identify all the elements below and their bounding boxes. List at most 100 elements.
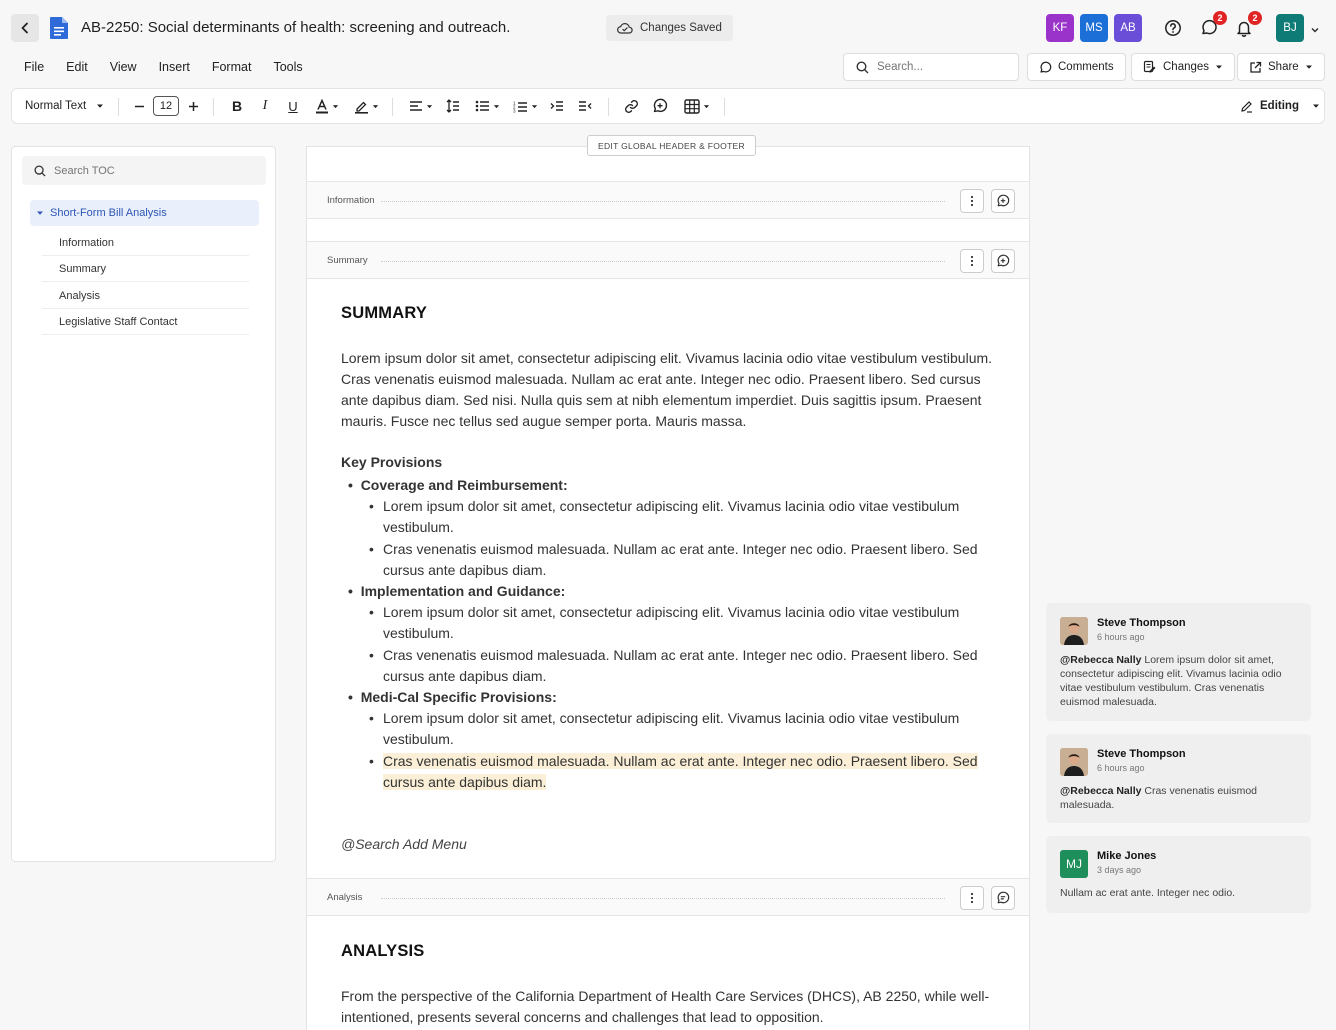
comment-card[interactable]: Steve Thompson 6 hours ago @Rebecca Nall… bbox=[1046, 734, 1311, 823]
formatting-toolbar: Normal Text 12 B I U 123 Editing bbox=[11, 88, 1325, 124]
list-item[interactable]: • Lorem ipsum dolor sit amet, consectetur… bbox=[369, 708, 994, 750]
bullet: • bbox=[369, 647, 374, 663]
toc-item-analysis[interactable]: Analysis bbox=[42, 283, 249, 309]
section-more-button[interactable] bbox=[960, 249, 984, 273]
mention[interactable]: @Rebecca Nally bbox=[1060, 654, 1141, 666]
user-avatar[interactable]: BJ bbox=[1276, 14, 1304, 42]
toc-search-input[interactable] bbox=[54, 164, 254, 177]
increase-font-size-button[interactable] bbox=[185, 89, 201, 123]
italic-button[interactable]: I bbox=[256, 89, 274, 123]
summary-paragraph[interactable]: Lorem ipsum dolor sit amet, consectetur … bbox=[341, 348, 996, 432]
list-item[interactable]: • Cras venenatis euismod malesuada. Nulla… bbox=[369, 539, 994, 581]
toc-search[interactable] bbox=[22, 156, 266, 185]
toc-item-short-form-bill-analysis[interactable]: Short-Form Bill Analysis bbox=[30, 200, 259, 226]
caret-down-icon bbox=[1305, 65, 1312, 69]
search-input[interactable] bbox=[877, 61, 1007, 73]
highlighted-text[interactable]: Cras venenatis euismod malesuada. Nullam… bbox=[383, 753, 978, 790]
edit-global-header-footer-button[interactable]: EDIT GLOBAL HEADER & FOOTER bbox=[587, 135, 756, 156]
insert-table-dropdown[interactable] bbox=[681, 89, 713, 123]
search-icon bbox=[34, 164, 46, 177]
toc-item-summary[interactable]: Summary bbox=[42, 256, 249, 282]
section-comment-button[interactable] bbox=[991, 189, 1015, 213]
provision-heading: • Coverage and Reimbursement: bbox=[348, 475, 568, 496]
comment-time: 6 hours ago bbox=[1097, 632, 1145, 642]
collaborator-avatar[interactable]: MS bbox=[1080, 14, 1108, 42]
bullet: • bbox=[369, 753, 374, 769]
document-title[interactable]: AB-2250: Social determinants of health: … bbox=[81, 19, 510, 36]
comments-badge: 2 bbox=[1213, 11, 1227, 25]
insert-link-button[interactable] bbox=[622, 89, 640, 123]
section-more-button[interactable] bbox=[960, 886, 984, 910]
chevron-down-icon bbox=[1311, 27, 1319, 33]
add-comment-icon bbox=[997, 254, 1010, 267]
add-comment-icon bbox=[997, 194, 1010, 207]
document-search[interactable] bbox=[843, 53, 1019, 81]
section-bar-summary: Summary bbox=[307, 241, 1029, 279]
help-button[interactable] bbox=[1162, 17, 1184, 39]
svg-text:3: 3 bbox=[513, 108, 516, 113]
collaborator-avatar[interactable]: AB bbox=[1114, 14, 1142, 42]
list-item-text: Lorem ipsum dolor sit amet, consectetur … bbox=[383, 710, 960, 747]
top-bar: AB-2250: Social determinants of health: … bbox=[0, 0, 1336, 54]
commenter-photo bbox=[1060, 748, 1088, 776]
toc-item-information[interactable]: Information bbox=[42, 230, 249, 256]
text-style-dropdown[interactable]: Normal Text bbox=[25, 89, 104, 123]
menu-edit[interactable]: Edit bbox=[66, 60, 88, 74]
list-item[interactable]: • Cras venenatis euismod malesuada. Nulla… bbox=[369, 645, 994, 687]
changes-button[interactable]: Changes bbox=[1131, 53, 1236, 81]
add-comment-button[interactable] bbox=[651, 89, 669, 123]
menu-tools[interactable]: Tools bbox=[273, 60, 302, 74]
indent-button[interactable] bbox=[548, 89, 566, 123]
editing-mode-dropdown[interactable]: Editing bbox=[1240, 89, 1320, 123]
comment-body: @Rebecca Nally Cras venenatis euismod ma… bbox=[1060, 784, 1296, 812]
underline-icon: U bbox=[288, 98, 298, 114]
menu-file[interactable]: File bbox=[24, 60, 44, 74]
share-icon bbox=[1250, 61, 1262, 73]
comment-author: Mike Jones bbox=[1097, 850, 1157, 862]
section-more-button[interactable] bbox=[960, 189, 984, 213]
caret-down-icon[interactable] bbox=[36, 209, 44, 217]
align-dropdown[interactable] bbox=[406, 89, 436, 123]
toc-item-legislative-staff-contact[interactable]: Legislative Staff Contact bbox=[42, 309, 249, 335]
section-comment-button[interactable] bbox=[991, 886, 1015, 910]
numbered-list-dropdown[interactable]: 123 bbox=[510, 89, 540, 123]
outdent-button[interactable] bbox=[576, 89, 594, 123]
user-menu-chevron[interactable] bbox=[1310, 22, 1320, 40]
text-color-button[interactable] bbox=[312, 89, 342, 123]
comments-toggle-button[interactable]: 2 bbox=[1198, 11, 1227, 39]
decrease-font-size-button[interactable] bbox=[131, 89, 147, 123]
collaborator-avatar[interactable]: KF bbox=[1046, 14, 1074, 42]
notifications-button[interactable]: 2 bbox=[1233, 11, 1262, 39]
list-item[interactable]: • Lorem ipsum dolor sit amet, consectetur… bbox=[369, 602, 994, 644]
font-size-field[interactable]: 12 bbox=[153, 96, 179, 116]
list-item-commented[interactable]: • Cras venenatis euismod malesuada. Nulla… bbox=[369, 751, 994, 793]
bullet: • bbox=[348, 477, 361, 493]
more-vertical-icon bbox=[970, 892, 974, 904]
comment-card[interactable]: Steve Thompson 6 hours ago @Rebecca Nall… bbox=[1046, 603, 1311, 721]
share-button[interactable]: Share bbox=[1237, 53, 1325, 81]
more-vertical-icon bbox=[970, 255, 974, 267]
menu-insert[interactable]: Insert bbox=[159, 60, 190, 74]
menu-bar: File Edit View Insert Format Tools bbox=[24, 60, 325, 74]
bullet: • bbox=[369, 541, 374, 557]
underline-button[interactable]: U bbox=[284, 89, 302, 123]
section-label: Summary bbox=[327, 255, 372, 266]
section-comment-button[interactable] bbox=[991, 249, 1015, 273]
chevron-left-icon bbox=[21, 22, 28, 34]
comment-card[interactable]: MJ Mike Jones 3 days ago Nullam ac erat … bbox=[1046, 836, 1311, 913]
comment-author: Steve Thompson bbox=[1097, 748, 1186, 760]
list-item[interactable]: • Lorem ipsum dolor sit amet, consectetur… bbox=[369, 496, 994, 538]
link-icon bbox=[624, 99, 638, 113]
analysis-paragraph[interactable]: From the perspective of the California D… bbox=[341, 986, 996, 1028]
commenter-avatar: MJ bbox=[1060, 850, 1088, 878]
comments-button[interactable]: Comments bbox=[1027, 53, 1126, 81]
menu-format[interactable]: Format bbox=[212, 60, 252, 74]
line-spacing-button[interactable] bbox=[444, 89, 462, 123]
mention[interactable]: @Rebecca Nally bbox=[1060, 785, 1141, 797]
bold-button[interactable]: B bbox=[228, 89, 246, 123]
bulleted-list-dropdown[interactable] bbox=[472, 89, 502, 123]
menu-view[interactable]: View bbox=[110, 60, 137, 74]
add-menu-prompt[interactable]: @Search Add Menu bbox=[341, 836, 467, 852]
highlight-color-button[interactable] bbox=[351, 89, 381, 123]
back-button[interactable] bbox=[11, 14, 39, 42]
